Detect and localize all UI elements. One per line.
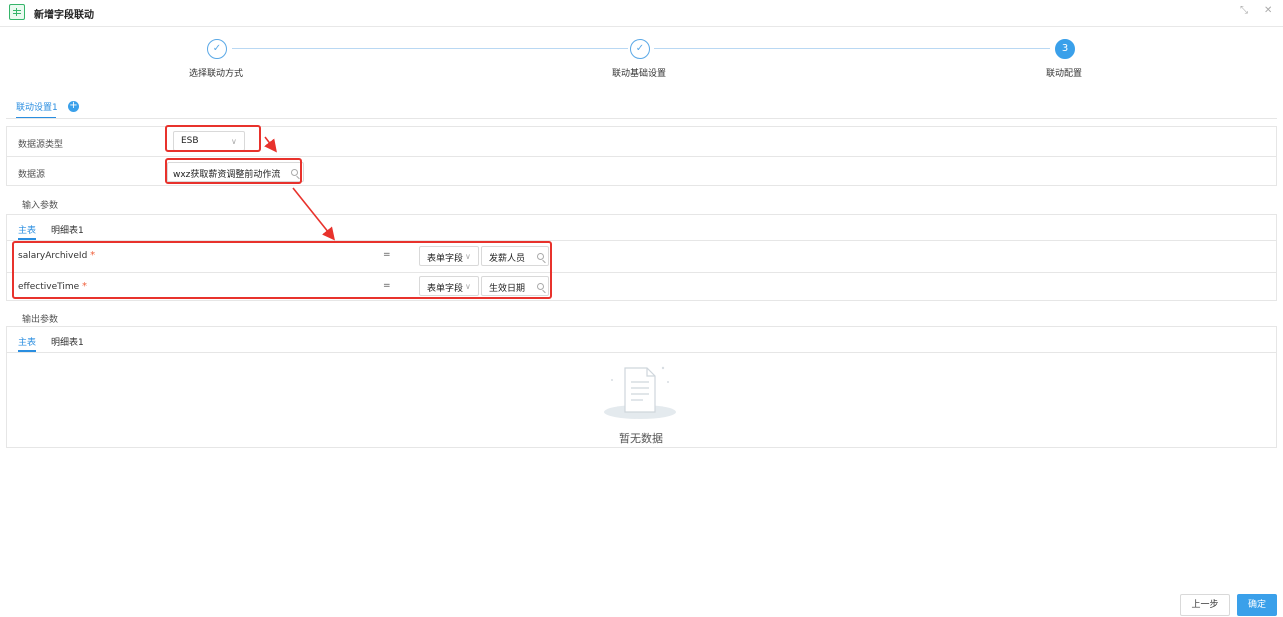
annotation-arrow: [292, 187, 335, 241]
annotation-arrows: [264, 136, 335, 241]
previous-step-button[interactable]: 上一步: [1180, 594, 1230, 616]
annotation-arrow: [264, 136, 277, 153]
confirm-button[interactable]: 确定: [1237, 594, 1277, 616]
